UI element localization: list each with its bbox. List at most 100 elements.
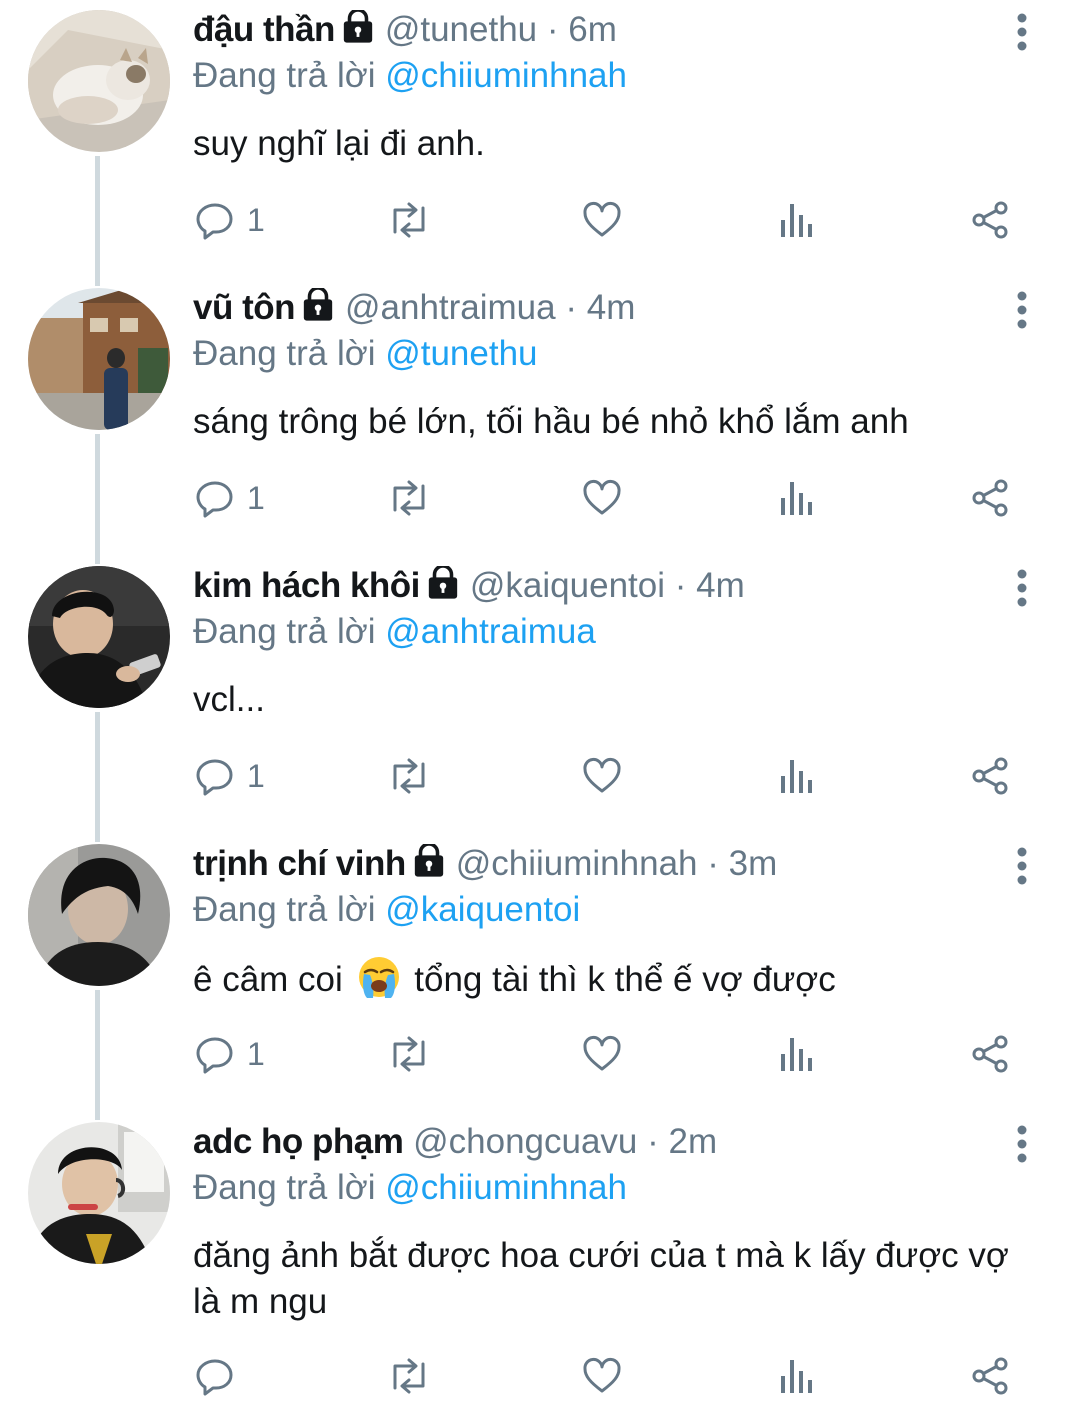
time-text: · 4m — [565, 288, 636, 327]
replying-to: Đang trả lời @kaiquentoi — [193, 886, 580, 934]
reply-to-handle[interactable]: @anhtraimua — [385, 612, 596, 651]
avatar-boy-headset[interactable] — [28, 1122, 170, 1264]
cat-photo — [28, 10, 170, 152]
share-icon — [972, 479, 1008, 517]
replying-to: Đang trả lời @tunethu — [193, 330, 538, 378]
handle[interactable]: @tunethu — [385, 10, 537, 49]
avatar-cat[interactable] — [28, 10, 170, 152]
tweet-actions: 1 — [0, 190, 1079, 250]
reply-button[interactable]: 1 — [195, 468, 265, 528]
analytics-icon — [781, 1038, 812, 1071]
avatar-boy-dark[interactable] — [28, 844, 170, 986]
more-vertical-icon[interactable] — [1008, 844, 1036, 888]
lock-icon — [343, 10, 372, 43]
reply-icon — [196, 203, 233, 240]
timestamp: · 2m — [637, 1122, 717, 1161]
heart-icon — [583, 202, 621, 237]
analytics-button[interactable] — [777, 468, 817, 528]
reply-button[interactable]: 1 — [195, 1024, 265, 1084]
reply-count: 1 — [247, 1035, 265, 1072]
timestamp: · 3m — [698, 844, 778, 883]
reply-icon — [196, 1037, 233, 1074]
replying-to: Đang trả lời @chiiuminhnah — [193, 52, 627, 100]
tweet-actions: 1 — [0, 746, 1079, 806]
timestamp: · 4m — [556, 288, 636, 327]
reply-icon — [196, 1359, 233, 1396]
avatar-boy-phone[interactable] — [28, 566, 170, 708]
handle[interactable]: @anhtraimua — [345, 288, 556, 327]
reply-prefix: Đang trả lời — [193, 1168, 376, 1207]
share-button[interactable] — [970, 468, 1010, 528]
handle[interactable]: @kaiquentoi — [470, 566, 665, 605]
analytics-button[interactable] — [777, 190, 817, 250]
reply-count: 1 — [247, 479, 265, 516]
tweet-text: sáng trông bé lớn, tối hầu bé nhỏ khổ lắ… — [193, 402, 909, 441]
reply-to-handle[interactable]: @tunethu — [385, 334, 537, 373]
more-vertical-icon[interactable] — [1008, 288, 1036, 332]
more-vertical-icon[interactable] — [1008, 566, 1036, 610]
like-button[interactable] — [582, 1024, 622, 1084]
retweet-icon — [393, 758, 425, 794]
tweet-actions: 1 — [0, 468, 1079, 528]
display-name[interactable]: kim hách khôi — [193, 566, 420, 605]
reply-icon — [196, 759, 233, 796]
share-icon — [972, 1357, 1008, 1395]
reply-count: 1 — [247, 201, 265, 238]
street-photo — [28, 288, 170, 430]
heart-icon — [583, 758, 621, 793]
tweet-actions: 1 — [0, 1024, 1079, 1084]
like-button[interactable] — [582, 746, 622, 806]
display-name[interactable]: đậu thần — [193, 10, 335, 49]
display-name[interactable]: vũ tôn — [193, 288, 295, 327]
lock-icon — [414, 844, 443, 877]
retweet-button[interactable] — [387, 1346, 431, 1406]
reply-to-handle[interactable]: @chiiuminhnah — [385, 1168, 627, 1207]
tweet-text-part: tổng tài thì k thể ế vợ được — [414, 960, 836, 999]
more-vertical-icon[interactable] — [1008, 1122, 1036, 1166]
display-name[interactable]: adc họ phạm — [193, 1122, 404, 1161]
reply-prefix: Đang trả lời — [193, 890, 376, 929]
retweet-button[interactable] — [387, 1024, 431, 1084]
retweet-icon — [393, 480, 425, 516]
display-name[interactable]: trịnh chí vinh — [193, 844, 406, 883]
reply-prefix: Đang trả lời — [193, 612, 376, 651]
boy-phone-photo — [28, 566, 170, 708]
tweet-text: ê câm coi tổng tài thì k thể ế vợ được — [193, 955, 1043, 1003]
time-text: · 4m — [674, 566, 745, 605]
like-button[interactable] — [582, 1346, 622, 1406]
analytics-icon — [781, 204, 812, 237]
retweet-button[interactable] — [387, 468, 431, 528]
reply-prefix: Đang trả lời — [193, 334, 376, 373]
heart-icon — [583, 1036, 621, 1071]
time-text: · 3m — [707, 844, 778, 883]
handle[interactable]: @chiiuminhnah — [456, 844, 698, 883]
replying-to: Đang trả lời @anhtraimua — [193, 608, 596, 656]
reply-to-handle[interactable]: @chiiuminhnah — [385, 56, 627, 95]
share-button[interactable] — [970, 1346, 1010, 1406]
reply-to-handle[interactable]: @kaiquentoi — [385, 890, 580, 929]
like-button[interactable] — [582, 190, 622, 250]
reply-button[interactable]: 1 — [195, 190, 265, 250]
reply-button[interactable]: 1 — [195, 746, 265, 806]
tweet-text: suy nghĩ lại đi anh. — [193, 124, 485, 163]
share-button[interactable] — [970, 746, 1010, 806]
share-button[interactable] — [970, 190, 1010, 250]
retweet-icon — [393, 1036, 425, 1072]
more-vertical-icon[interactable] — [1008, 10, 1036, 54]
analytics-button[interactable] — [777, 1024, 817, 1084]
tweet-header: vũ tôn @anhtraimua · 4m — [193, 284, 635, 332]
loudly-crying-face-emoji — [358, 957, 399, 998]
retweet-button[interactable] — [387, 190, 431, 250]
timestamp: · 4m — [665, 566, 745, 605]
retweet-button[interactable] — [387, 746, 431, 806]
boy-headset-photo — [28, 1122, 170, 1264]
share-button[interactable] — [970, 1024, 1010, 1084]
like-button[interactable] — [582, 468, 622, 528]
timestamp: · 6m — [537, 10, 617, 49]
analytics-button[interactable] — [777, 746, 817, 806]
heart-icon — [583, 480, 621, 515]
avatar-street[interactable] — [28, 288, 170, 430]
handle[interactable]: @chongcuavu — [413, 1122, 637, 1161]
reply-button[interactable] — [195, 1346, 247, 1406]
analytics-button[interactable] — [777, 1346, 817, 1406]
